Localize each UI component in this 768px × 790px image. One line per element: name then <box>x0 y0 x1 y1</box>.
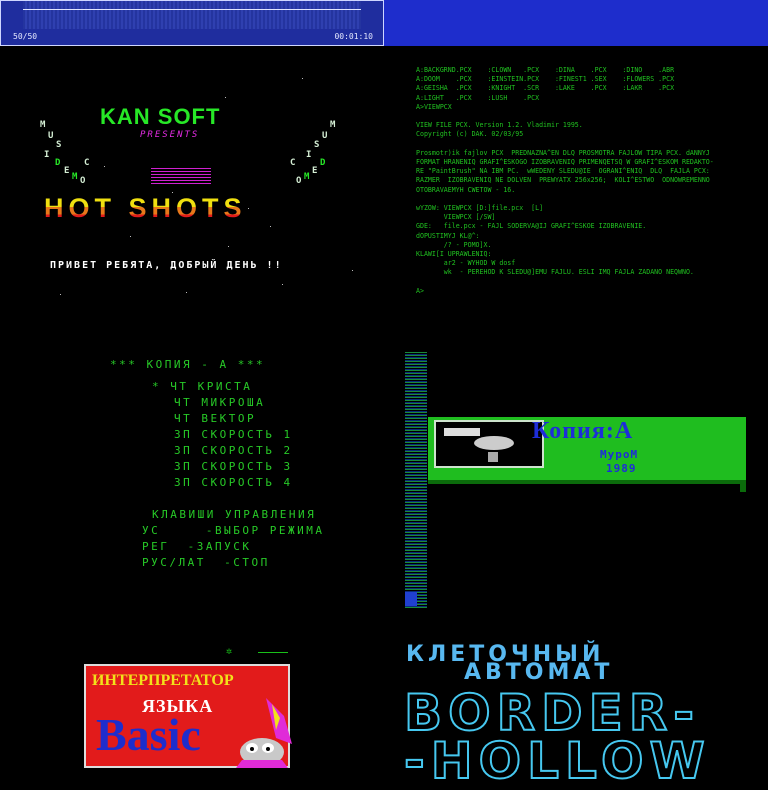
loading-stripe-end <box>405 592 417 606</box>
card-side <box>740 480 746 492</box>
demo-letter: D <box>320 158 326 168</box>
menu-item[interactable]: ЗП СКОРОСТЬ 1 <box>174 428 293 441</box>
demo-letter: M <box>40 120 46 130</box>
demo-letter: U <box>48 131 54 141</box>
demo-letter: I <box>306 150 312 160</box>
demo-letter: S <box>314 140 320 150</box>
key-hint: УС -ВЫБОР РЕЖИМА <box>142 524 325 537</box>
greeting-text: ПРИВЕТ РЕБЯТА, ДОБРЫЙ ДЕНЬ !! <box>50 260 283 271</box>
menu-item[interactable]: ЧТ МИКРОША <box>174 396 265 409</box>
menu-item[interactable]: ЗП СКОРОСТЬ 2 <box>174 444 293 457</box>
console-listing: A:BACKGRND.PCX :CLOWN .PCX :DINA .PCX :D… <box>384 48 768 344</box>
kopiya-year: 1989 <box>606 462 637 475</box>
waveform[interactable] <box>23 1 361 29</box>
demo-letter: M <box>72 172 78 182</box>
demo-letter: I <box>44 150 50 160</box>
presents-label: PRESENTS <box>140 130 200 140</box>
key-hint: РЕГ -ЗАПУСК <box>142 540 252 553</box>
demo-letter: M <box>330 120 336 130</box>
basic-line1: ИНТЕРПРЕТАТОР <box>92 672 234 689</box>
kopiya-screen: Копия:А МуроМ 1989 <box>384 344 768 640</box>
automaton-big1: BORDER- <box>403 684 701 742</box>
loading-stripe <box>405 352 427 608</box>
card-shadow <box>428 480 746 484</box>
console-text: A:BACKGRND.PCX :CLOWN .PCX :DINA .PCX :D… <box>416 66 714 295</box>
key-hint: РУС/ЛАТ -СТОП <box>142 556 270 569</box>
demo-screen: KAN SOFT PRESENTS M U S I C D E M O M U … <box>0 48 384 344</box>
tape-recorder-icon <box>434 420 544 468</box>
copy-menu: *** КОПИЯ - А *** * ЧТ КРИСТА ЧТ МИКРОША… <box>0 344 384 640</box>
demo-letter: S <box>56 140 62 150</box>
track-position: 50/50 <box>13 32 38 41</box>
player-window: 50/50 00:01:10 <box>0 0 384 46</box>
kopiya-title: Копия:А <box>532 418 634 444</box>
demo-letter: U <box>322 131 328 141</box>
divider <box>258 652 288 653</box>
automaton-line2: АВТОМАТ <box>464 660 614 685</box>
blue-panel <box>384 0 768 46</box>
automaton-screen: КЛЕТОЧНЫЙ АВТОМАТ BORDER- -HOLLOW <box>384 640 768 787</box>
automaton-big2: -HOLLOW <box>403 732 711 790</box>
keys-title: КЛАВИШИ УПРАВЛЕНИЯ <box>152 508 317 521</box>
basic-screen: ✲ ИНТЕРПРЕТАТОР ЯЗЫКА Basic <box>0 640 384 768</box>
menu-header: *** КОПИЯ - А *** <box>110 358 266 371</box>
demo-letter: M <box>304 172 310 182</box>
demo-letter: E <box>312 166 318 176</box>
menu-item[interactable]: * ЧТ КРИСТА <box>152 380 252 393</box>
track-time: 00:01:10 <box>334 32 373 41</box>
menu-item[interactable]: ЧТ ВЕКТОР <box>174 412 256 425</box>
demo-letter: C <box>84 158 90 168</box>
wizard-icon <box>236 698 292 768</box>
demo-letter: O <box>80 176 86 186</box>
demo-letter: E <box>64 166 70 176</box>
menu-item[interactable]: ЗП СКОРОСТЬ 4 <box>174 476 293 489</box>
equalizer-bars <box>151 166 211 184</box>
playhead-line <box>23 9 361 10</box>
demo-letter: O <box>296 176 302 186</box>
demo-title: HOT SHOTS <box>44 193 247 223</box>
menu-item[interactable]: ЗП СКОРОСТЬ 3 <box>174 460 293 473</box>
basic-line3: Basic <box>96 709 201 760</box>
bug-icon: ✲ <box>226 646 233 657</box>
kopiya-city: МуроМ <box>600 448 639 461</box>
demo-letter: C <box>290 158 296 168</box>
brand-title: KAN SOFT <box>100 104 221 129</box>
demo-letter: D <box>55 158 61 168</box>
